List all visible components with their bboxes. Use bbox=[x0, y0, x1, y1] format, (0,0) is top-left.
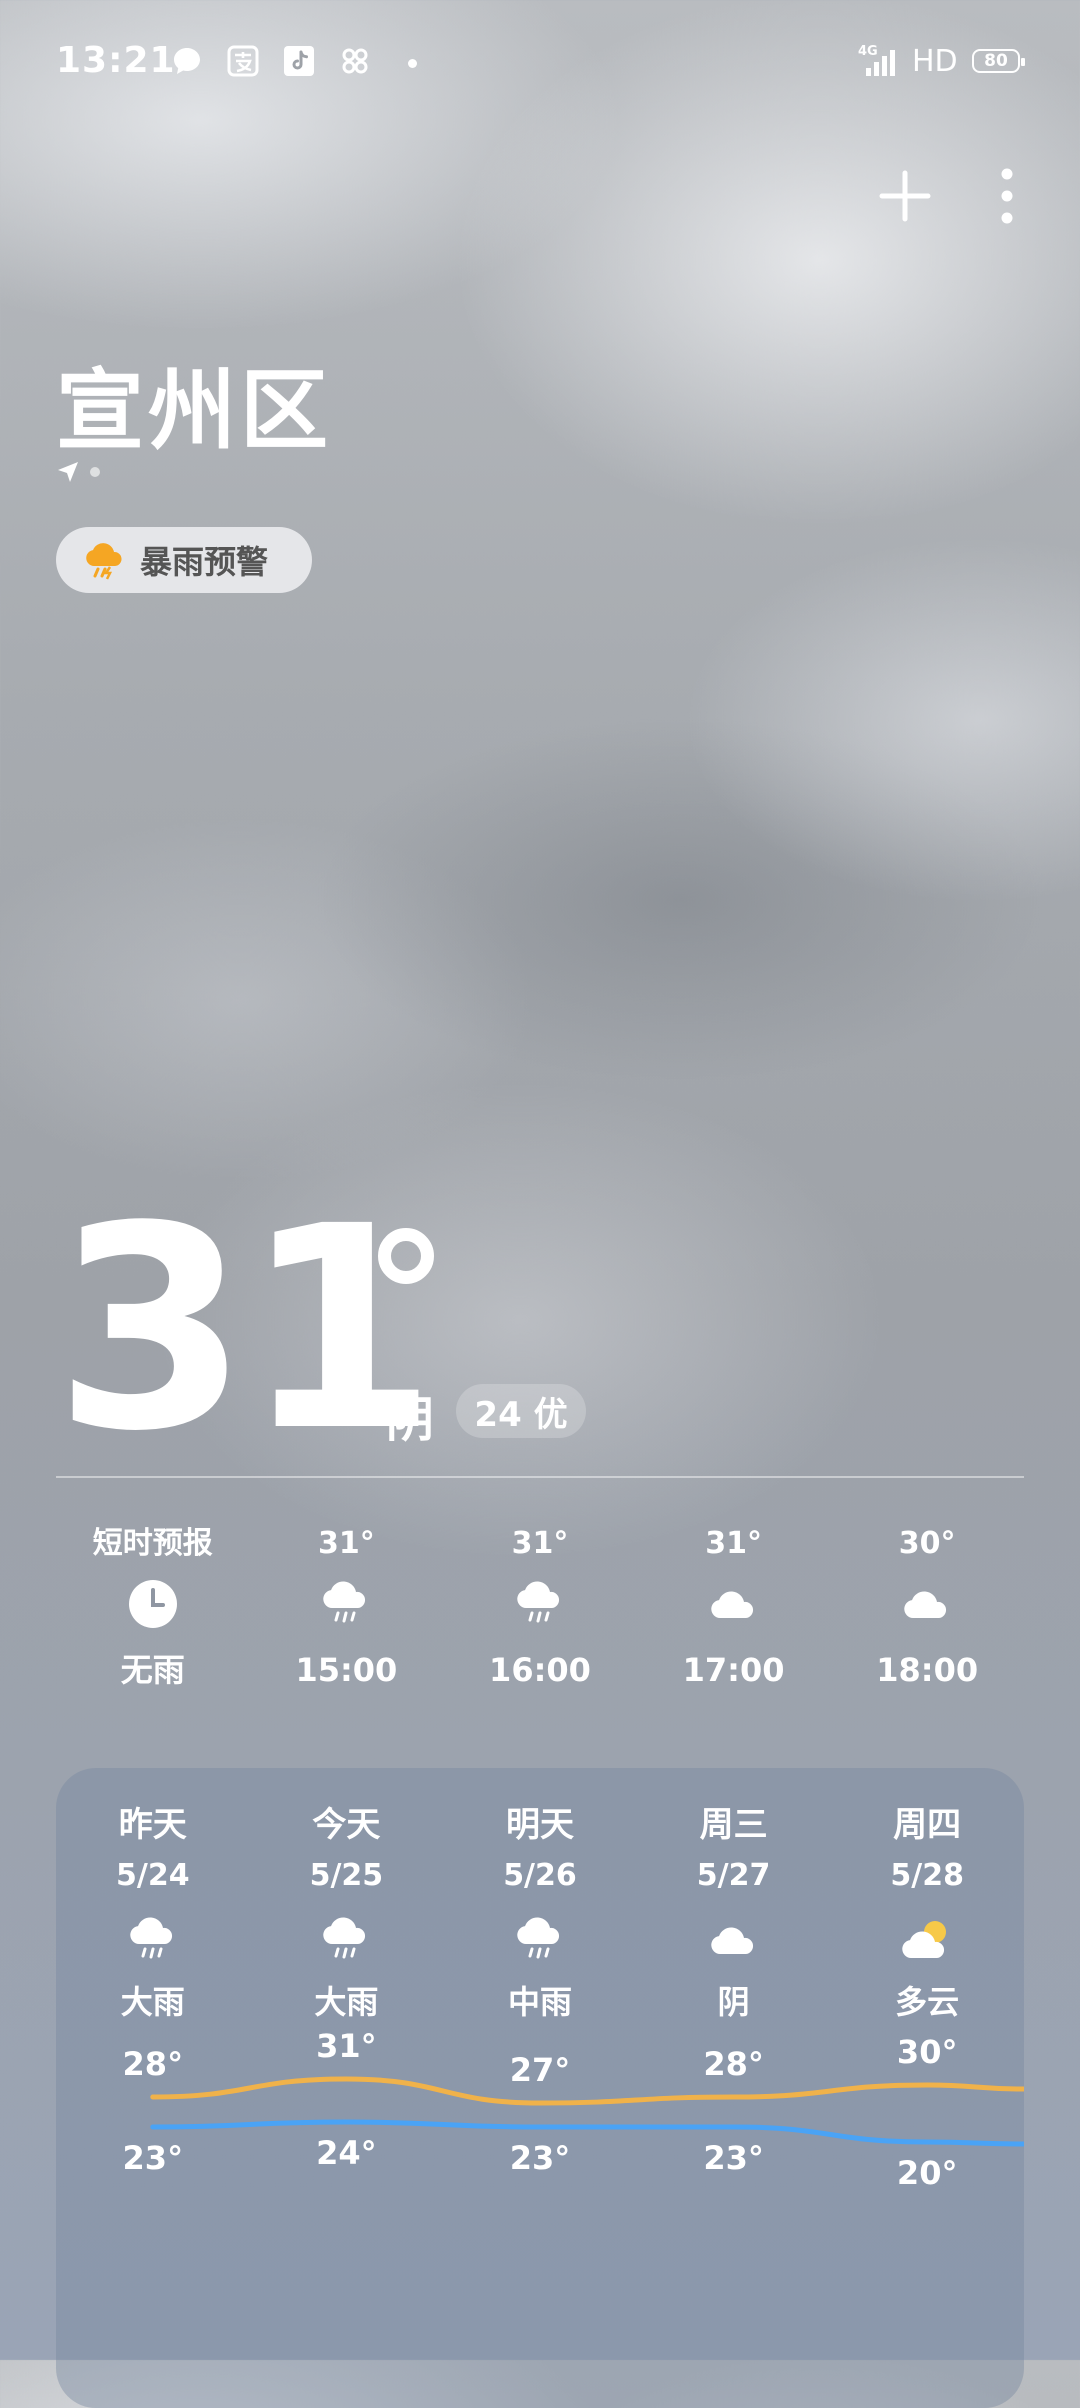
rain-icon bbox=[250, 1568, 444, 1640]
aqi-text: 24 优 bbox=[474, 1394, 568, 1435]
high-temp-curve bbox=[150, 2076, 1024, 2106]
divider bbox=[56, 1476, 1024, 1478]
hourly-item: 31° 15:00 bbox=[250, 1520, 444, 1720]
cloud-icon bbox=[637, 1568, 831, 1640]
low-temp-label: 23° bbox=[703, 2139, 764, 2177]
battery-level: 80 bbox=[984, 51, 1008, 71]
clock-icon bbox=[56, 1568, 250, 1640]
hourly-temp: 31° bbox=[511, 1526, 569, 1561]
hourly-time: 16:00 bbox=[489, 1651, 591, 1689]
hourly-temp: 30° bbox=[898, 1526, 956, 1561]
rainstorm-warning-icon bbox=[86, 543, 122, 580]
hourly-item: 31° 16:00 bbox=[443, 1520, 637, 1720]
high-temp-label: 30° bbox=[896, 2033, 958, 2071]
add-city-button[interactable] bbox=[870, 168, 940, 224]
alipay-icon bbox=[226, 44, 260, 78]
page-indicator-dot bbox=[90, 467, 100, 477]
more-options-button[interactable] bbox=[972, 168, 1042, 224]
daily-forecast-card[interactable]: 昨天 5/24 大雨 今天 5/25 大雨 明天 5/26 中雨 周三 5/27 bbox=[56, 1768, 1024, 2408]
air-quality-badge[interactable]: 24 优 bbox=[456, 1384, 586, 1438]
weather-alert-badge[interactable]: 暴雨预警 bbox=[56, 527, 312, 593]
hd-label: HD bbox=[912, 44, 958, 79]
status-bar: 13:21 4G HD 80 bbox=[0, 0, 1080, 126]
unicom-icon bbox=[338, 44, 372, 78]
signal-icon bbox=[866, 50, 895, 76]
location-arrow-icon bbox=[58, 462, 78, 482]
high-temp-label: 31° bbox=[316, 2027, 377, 2065]
low-temp-label: 23° bbox=[122, 2139, 184, 2177]
high-temp-label: 28° bbox=[122, 2045, 184, 2083]
hourly-time: 15:00 bbox=[295, 1651, 398, 1689]
rain-icon bbox=[443, 1568, 637, 1640]
tiktok-icon bbox=[282, 44, 316, 78]
high-temp-label: 27° bbox=[509, 2051, 571, 2089]
battery-icon: 80 bbox=[972, 49, 1025, 73]
hourly-temp: 31° bbox=[318, 1526, 375, 1561]
hourly-item: 31° 17:00 bbox=[637, 1520, 831, 1720]
low-temp-label: 23° bbox=[509, 2139, 571, 2177]
plus-icon bbox=[879, 170, 931, 222]
hourly-bottom: 无雨 bbox=[120, 1651, 185, 1689]
alert-text: 暴雨预警 bbox=[140, 543, 269, 581]
hourly-item: 短时预报 无雨 bbox=[56, 1520, 250, 1720]
hourly-time: 18:00 bbox=[876, 1651, 979, 1689]
current-condition: 阴 bbox=[386, 1392, 435, 1448]
status-time: 13:21 bbox=[56, 40, 176, 81]
more-vertical-icon bbox=[1001, 168, 1013, 224]
location-indicator bbox=[56, 462, 100, 482]
hourly-temp: 31° bbox=[705, 1526, 762, 1561]
cloud-icon bbox=[830, 1568, 1024, 1640]
high-temp-label: 28° bbox=[703, 2045, 764, 2083]
city-name: 宣州区 bbox=[56, 359, 333, 462]
hourly-item: 30° 18:00 bbox=[830, 1520, 1024, 1720]
hourly-forecast[interactable]: 短时预报 无雨 31° 15:00 31° 16:00 31° 17:00 30… bbox=[56, 1520, 1024, 1720]
current-temperature: 31 bbox=[54, 1167, 438, 1493]
degree-symbol bbox=[378, 1228, 434, 1284]
low-temp-label: 20° bbox=[896, 2154, 958, 2192]
hourly-time: 17:00 bbox=[682, 1651, 785, 1689]
hourly-label: 短时预报 bbox=[92, 1526, 213, 1561]
low-temp-curve bbox=[150, 2119, 1024, 2147]
low-temp-label: 24° bbox=[316, 2134, 377, 2172]
notification-dot bbox=[408, 59, 417, 68]
message-icon bbox=[170, 44, 204, 78]
